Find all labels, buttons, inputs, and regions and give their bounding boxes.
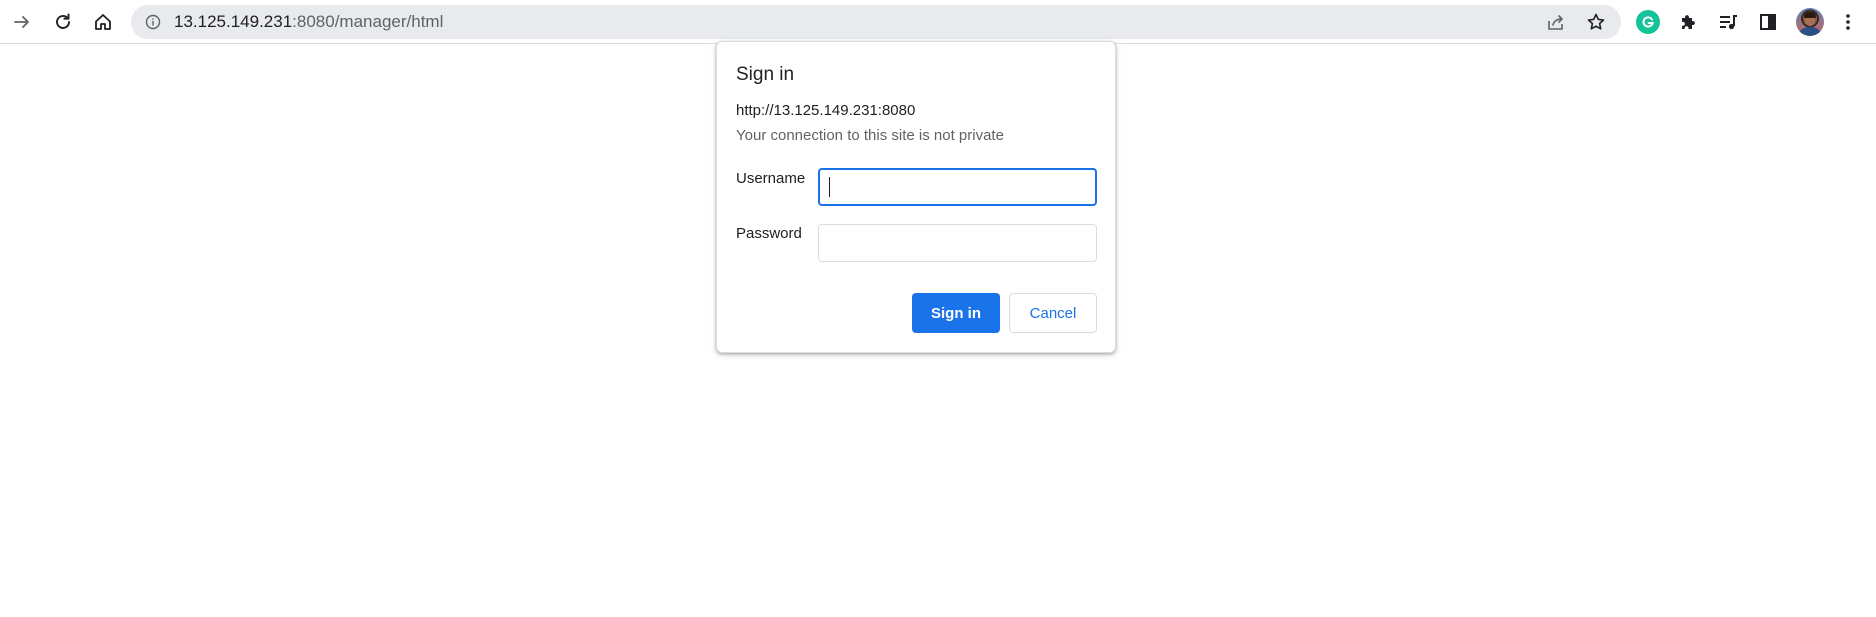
browser-toolbar: 13.125.149.231:8080/manager/html [0,0,1876,44]
extensions-button[interactable] [1672,6,1704,38]
url-path: :8080/manager/html [292,12,444,31]
home-icon [93,12,113,32]
menu-button[interactable] [1832,6,1864,38]
reload-button[interactable] [47,6,79,38]
side-panel-icon [1758,12,1778,32]
home-button[interactable] [87,6,119,38]
kebab-menu-icon [1838,12,1858,32]
username-field[interactable] [818,168,1097,206]
share-icon[interactable] [1544,10,1568,34]
url-text[interactable]: 13.125.149.231:8080/manager/html [174,5,443,39]
media-button[interactable] [1712,6,1744,38]
grammarly-icon[interactable] [1636,10,1660,34]
dialog-title: Sign in [736,64,795,85]
puzzle-icon [1678,12,1698,32]
avatar[interactable] [1796,8,1824,36]
text-caret [829,177,830,197]
info-icon[interactable] [144,13,162,31]
sign-in-button[interactable]: Sign in [912,293,1000,333]
password-label: Password [736,225,802,242]
username-label: Username [736,170,806,187]
password-field[interactable] [818,224,1097,262]
url-host: 13.125.149.231 [174,12,293,31]
side-panel-button[interactable] [1752,6,1784,38]
dialog-warning: Your connection to this site is not priv… [736,127,1004,144]
dialog-origin: http://13.125.149.231:8080 [736,102,916,119]
star-icon[interactable] [1584,10,1608,34]
forward-button[interactable] [6,6,38,38]
sign-in-dialog: Sign in http://13.125.149.231:8080 Your … [716,41,1116,353]
arrow-right-icon [12,12,32,32]
playlist-icon [1718,12,1738,32]
address-bar[interactable]: 13.125.149.231:8080/manager/html [131,5,1621,39]
cancel-button[interactable]: Cancel [1009,293,1097,333]
reload-icon [53,12,73,32]
